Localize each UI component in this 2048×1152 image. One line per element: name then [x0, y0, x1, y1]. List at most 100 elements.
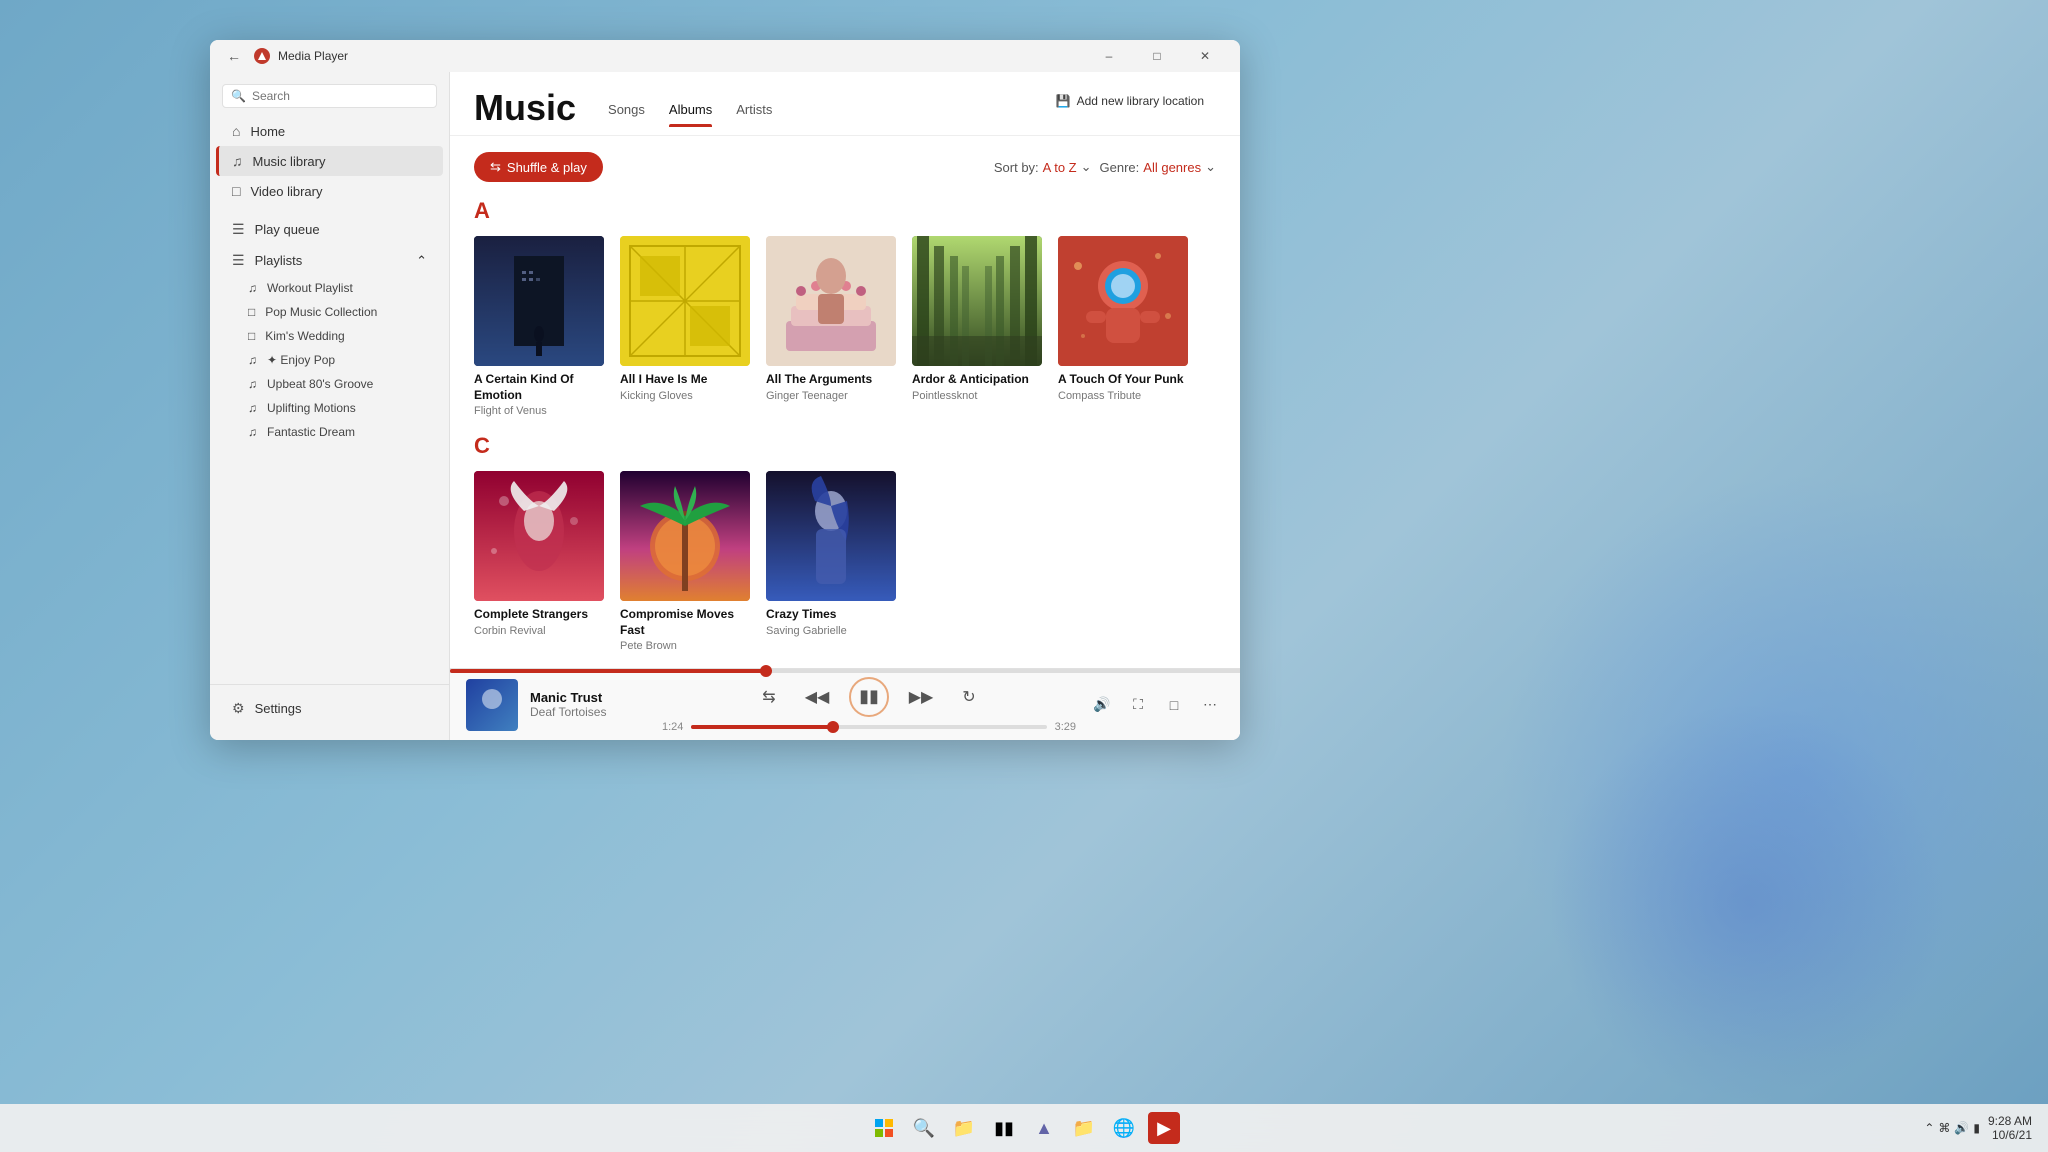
content-header-top: Music Songs Albums Artists [474, 88, 1216, 127]
sidebar-item-video-label: Video library [250, 184, 322, 199]
sidebar-item-uplifting[interactable]: ♫ Uplifting Motions [216, 396, 443, 420]
more-options-button[interactable]: ⋯ [1196, 691, 1224, 719]
progress-thumb-main[interactable] [827, 721, 839, 733]
genre-dropdown[interactable]: Genre: All genres ⌄ [1100, 159, 1216, 175]
maximize-button[interactable]: □ [1134, 40, 1180, 72]
chevron-up-icon: ⌃ [416, 253, 427, 269]
sidebar-item-video-library[interactable]: □ Video library [216, 176, 443, 206]
taskbar-explorer-button[interactable]: 📁 [1068, 1112, 1100, 1144]
chevron-up-tray-icon[interactable]: ⌃ [1924, 1121, 1934, 1135]
sort-label: Sort by: [994, 160, 1039, 175]
playlist-label-pop: Pop Music Collection [265, 305, 377, 319]
shuffle-playback-button[interactable]: ⇆ [753, 681, 785, 713]
back-button[interactable]: ← [222, 44, 246, 68]
sidebar-item-workout[interactable]: ♫ Workout Playlist [216, 276, 443, 300]
album-art-inner-c1 [474, 471, 604, 601]
search-box[interactable]: 🔍 [222, 84, 437, 108]
playlist-icon-pop: □ [248, 305, 255, 319]
shuffle-button[interactable]: ⇆ Shuffle & play [474, 152, 603, 182]
taskbar-store-button[interactable]: ▮▮ [988, 1112, 1020, 1144]
album-card-a4[interactable]: Ardor & Anticipation Pointlessknot [912, 236, 1042, 417]
taskbar-files-button[interactable]: 📁 [948, 1112, 980, 1144]
now-playing-controls: ⇆ ◀◀ ▮▮ ▶▶ ↻ 1:24 3:29 [662, 677, 1076, 733]
progress-thumb[interactable] [760, 665, 772, 677]
tab-artists[interactable]: Artists [724, 96, 784, 127]
album-card-a1[interactable]: A Certain Kind Of Emotion Flight of Venu… [474, 236, 604, 417]
add-library-icon: 💾 [1056, 94, 1071, 108]
playlists-header-left: ☰ Playlists [232, 252, 302, 269]
next-button[interactable]: ▶▶ [905, 681, 937, 713]
playlist-icon-workout: ♫ [248, 281, 257, 295]
search-input[interactable] [252, 89, 428, 103]
progress-bar-container[interactable] [450, 669, 1240, 673]
album-art-svg-a1 [474, 236, 604, 366]
album-art-svg-c2 [620, 471, 750, 601]
search-icon: 🔍 [231, 89, 246, 103]
sidebar-item-music-library[interactable]: ♫ Music library [216, 146, 443, 176]
sidebar-playlists-header[interactable]: ☰ Playlists ⌃ [216, 245, 443, 276]
sort-filter-bar: ⇆ Shuffle & play Sort by: A to Z ⌄ Genre… [474, 152, 1216, 182]
album-artist-c2: Pete Brown [620, 640, 750, 652]
title-bar: ← Media Player – □ ✕ [210, 40, 1240, 72]
mini-player-button[interactable]: □ [1160, 691, 1188, 719]
add-library-button[interactable]: 💾 Add new library location [1044, 88, 1216, 114]
album-title-a3: All The Arguments [766, 372, 896, 388]
sidebar-item-enjoy[interactable]: ♫ ✦ Enjoy Pop [216, 348, 443, 372]
taskbar-teams-button[interactable]: ▲ [1028, 1112, 1060, 1144]
section-letter-a: A [474, 198, 1216, 224]
taskbar-date: 10/6/21 [1988, 1128, 2032, 1142]
tab-songs[interactable]: Songs [596, 96, 657, 127]
previous-button[interactable]: ◀◀ [801, 681, 833, 713]
sidebar-item-upbeat[interactable]: ♫ Upbeat 80's Groove [216, 372, 443, 396]
pause-button[interactable]: ▮▮ [849, 677, 889, 717]
album-card-a2[interactable]: All I Have Is Me Kicking Gloves [620, 236, 750, 417]
minimize-button[interactable]: – [1086, 40, 1132, 72]
volume-icon[interactable]: 🔊 [1954, 1121, 1969, 1135]
taskbar-start-button[interactable] [868, 1112, 900, 1144]
album-card-c3[interactable]: Crazy Times Saving Gabrielle [766, 471, 896, 652]
current-time: 1:24 [662, 721, 683, 733]
repeat-button[interactable]: ↻ [953, 681, 985, 713]
tabs: Songs Albums Artists [596, 88, 784, 127]
sort-dropdown[interactable]: Sort by: A to Z ⌄ [994, 159, 1092, 175]
progress-track-main[interactable] [691, 725, 1046, 729]
wifi-icon[interactable]: ⌘ [1938, 1121, 1950, 1135]
close-button[interactable]: ✕ [1182, 40, 1228, 72]
windows-icon [875, 1119, 893, 1137]
sidebar-item-settings[interactable]: ⚙ Settings [216, 693, 443, 724]
settings-icon: ⚙ [232, 700, 245, 717]
progress-track[interactable] [450, 669, 1240, 673]
album-art-inner-a5 [1058, 236, 1188, 366]
playlist-icon-fantastic: ♫ [248, 425, 257, 439]
album-art-svg-a3 [766, 236, 896, 366]
album-artist-a4: Pointlessknot [912, 390, 1042, 402]
taskbar-edge-button[interactable]: 🌐 [1108, 1112, 1140, 1144]
album-card-c2[interactable]: Compromise Moves Fast Pete Brown [620, 471, 750, 652]
sidebar-item-wedding[interactable]: □ Kim's Wedding [216, 324, 443, 348]
sort-value: A to Z [1043, 160, 1077, 175]
volume-button[interactable]: 🔊 [1088, 691, 1116, 719]
settings-label: Settings [255, 701, 302, 716]
album-card-c1[interactable]: Complete Strangers Corbin Revival [474, 471, 604, 652]
fullscreen-button[interactable]: ⛶ [1124, 691, 1152, 719]
tab-albums[interactable]: Albums [657, 96, 724, 127]
video-icon: □ [232, 183, 240, 199]
taskbar-media-player-button[interactable]: ▶ [1148, 1112, 1180, 1144]
battery-icon[interactable]: ▮ [1973, 1121, 1980, 1135]
sidebar-item-music-label: Music library [253, 154, 326, 169]
taskbar-right: ⌃ ⌘ 🔊 ▮ 9:28 AM 10/6/21 [1924, 1114, 2032, 1142]
sidebar-item-play-queue[interactable]: ☰ Play queue [216, 214, 443, 245]
sidebar-item-fantastic[interactable]: ♫ Fantastic Dream [216, 420, 443, 444]
album-card-a3[interactable]: All The Arguments Ginger Teenager [766, 236, 896, 417]
content-scroll[interactable]: ⇆ Shuffle & play Sort by: A to Z ⌄ Genre… [450, 136, 1240, 668]
playback-buttons: ⇆ ◀◀ ▮▮ ▶▶ ↻ [753, 677, 985, 717]
queue-icon: ☰ [232, 221, 245, 238]
sidebar-item-pop[interactable]: □ Pop Music Collection [216, 300, 443, 324]
shuffle-icon: ⇆ [490, 159, 501, 175]
sidebar-item-home[interactable]: ⌂ Home [216, 116, 443, 146]
taskbar-search-button[interactable]: 🔍 [908, 1112, 940, 1144]
now-playing-album-art [466, 679, 518, 731]
now-playing-info: Manic Trust Deaf Tortoises [530, 690, 650, 719]
taskbar-clock[interactable]: 9:28 AM 10/6/21 [1988, 1114, 2032, 1142]
album-card-a5[interactable]: A Touch Of Your Punk Compass Tribute [1058, 236, 1188, 417]
